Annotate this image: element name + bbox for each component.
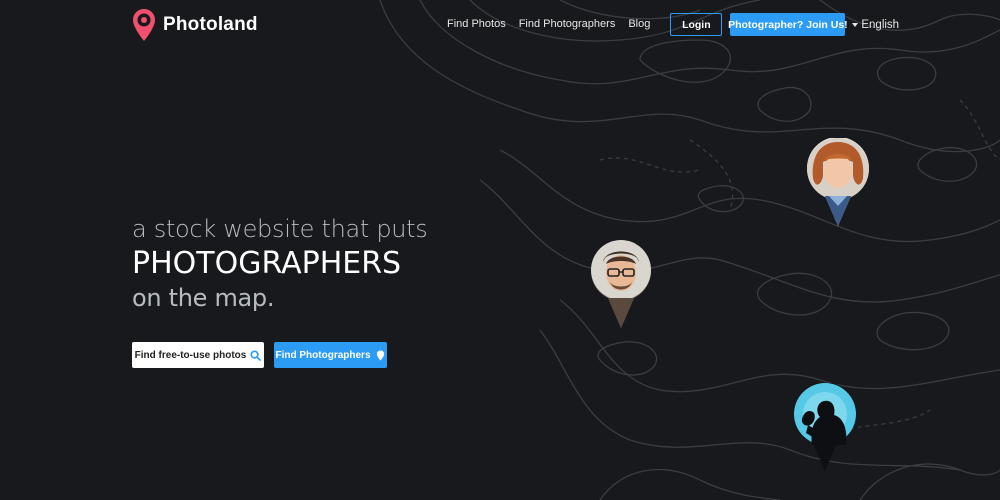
find-photographers-button[interactable]: Find Photographers bbox=[274, 342, 387, 368]
caret-down-icon bbox=[852, 22, 859, 27]
nav-link-find-photographers[interactable]: Find Photographers bbox=[519, 13, 616, 36]
top-navigation: Find Photos Find Photographers Blog Logi… bbox=[447, 13, 899, 36]
brand-logo[interactable]: Photoland bbox=[131, 8, 258, 42]
hero-line-2: PHOTOGRAPHERS bbox=[132, 246, 402, 281]
map-pin-icon bbox=[376, 349, 384, 361]
photographer-pin-man[interactable] bbox=[589, 240, 653, 330]
join-button[interactable]: Photographer? Join Us! bbox=[728, 13, 848, 36]
photographer-pin-silhouette[interactable] bbox=[792, 383, 858, 473]
nav-link-blog[interactable]: Blog bbox=[628, 13, 650, 36]
hero-line-3: on the map. bbox=[132, 284, 275, 312]
language-selector[interactable]: English bbox=[852, 19, 899, 31]
nav-link-find-photos[interactable]: Find Photos bbox=[447, 13, 506, 36]
camera-pin-icon bbox=[133, 9, 155, 41]
find-photographers-label: Find Photographers bbox=[275, 349, 371, 361]
find-photos-label: Find free-to-use photos bbox=[134, 349, 247, 361]
photographer-pin-woman[interactable] bbox=[805, 138, 871, 228]
hero-headline: a stock website that puts PHOTOGRAPHERS … bbox=[132, 213, 428, 314]
brand-name: Photoland bbox=[163, 14, 258, 35]
language-label: English bbox=[861, 18, 900, 31]
find-photos-button[interactable]: Find free-to-use photos bbox=[132, 342, 264, 368]
search-icon bbox=[250, 349, 262, 361]
hero-line-1: a stock website that puts bbox=[132, 215, 428, 243]
login-button[interactable]: Login bbox=[670, 13, 723, 36]
